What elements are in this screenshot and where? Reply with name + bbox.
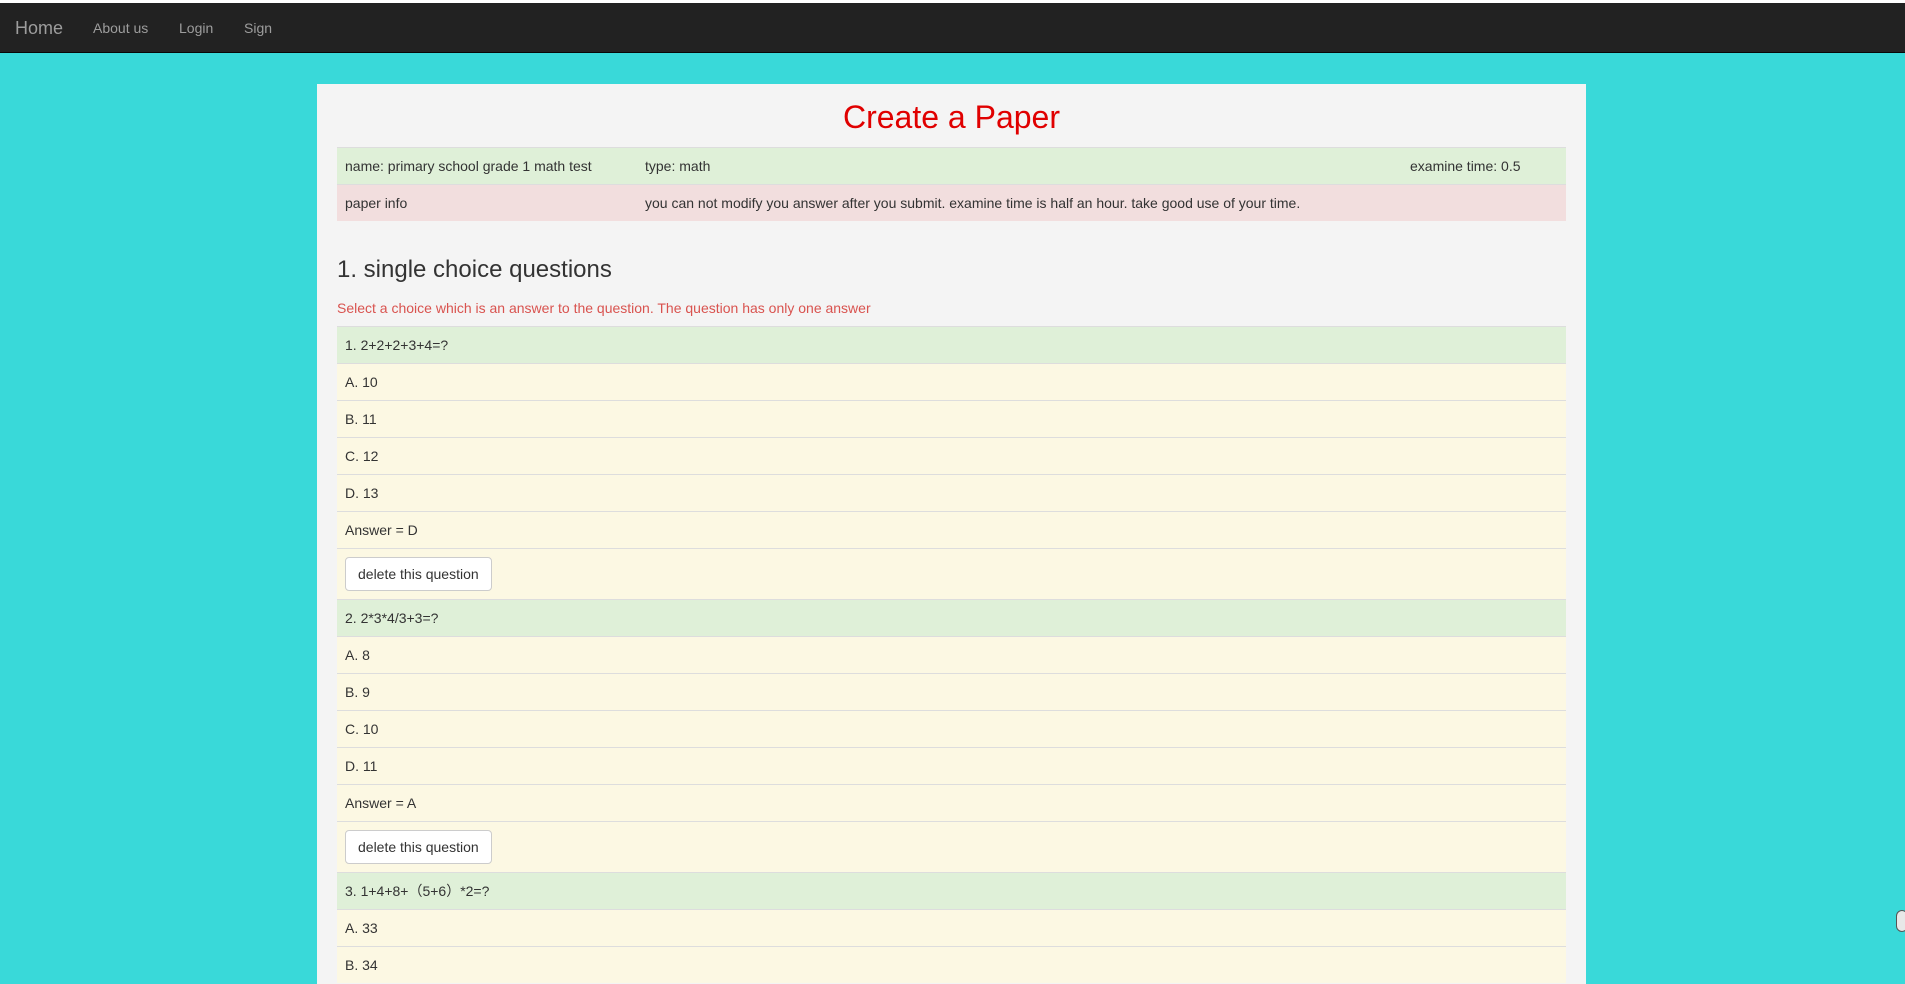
delete-row: delete this question: [337, 821, 1566, 872]
option-row: A. 8: [337, 636, 1566, 673]
nav-about-us-link[interactable]: About us: [93, 3, 148, 53]
option-row: D. 13: [337, 474, 1566, 511]
paper-examine-time: examine time: 0.5: [1410, 158, 1521, 174]
section-title: 1. single choice questions: [337, 256, 612, 283]
option-text: A. 33: [345, 920, 378, 936]
question-text: 2. 2*3*4/3+3=?: [345, 610, 439, 626]
questions-table: 1. 2+2+2+3+4=? A. 10 B. 11 C. 12 D. 13 A…: [337, 326, 1566, 983]
paper-info-label: paper info: [345, 195, 408, 211]
option-text: B. 11: [345, 411, 377, 427]
paper-info-text: you can not modify you answer after you …: [645, 195, 1301, 211]
question-row: 1. 2+2+2+3+4=?: [337, 326, 1566, 363]
option-text: A. 10: [345, 374, 378, 390]
option-row: C. 12: [337, 437, 1566, 474]
paper-type: type: math: [645, 158, 711, 174]
question-text: 1. 2+2+2+3+4=?: [345, 337, 449, 353]
nav-login-link[interactable]: Login: [179, 3, 213, 53]
paper-panel: Create a Paper name: primary school grad…: [317, 84, 1586, 984]
option-text: D. 13: [345, 485, 379, 501]
option-text: C. 10: [345, 721, 379, 737]
option-row: A. 10: [337, 363, 1566, 400]
answer-row: Answer = A: [337, 784, 1566, 821]
question-row: 3. 1+4+8+（5+6）*2=?: [337, 872, 1566, 909]
paper-name: name: primary school grade 1 math test: [345, 158, 592, 174]
option-row: D. 11: [337, 747, 1566, 784]
option-text: C. 12: [345, 448, 379, 464]
paper-info-table: name: primary school grade 1 math test t…: [337, 147, 1566, 221]
nav-sign-link[interactable]: Sign: [244, 3, 272, 53]
option-text: B. 34: [345, 957, 378, 973]
paper-info-row: paper info you can not modify you answer…: [337, 184, 1566, 221]
delete-question-button[interactable]: delete this question: [345, 830, 492, 864]
question-row: 2. 2*3*4/3+3=?: [337, 599, 1566, 636]
nav-home-link[interactable]: Home: [15, 3, 63, 53]
option-text: A. 8: [345, 647, 370, 663]
section-subtitle: Select a choice which is an answer to th…: [337, 300, 871, 316]
paper-meta-row: name: primary school grade 1 math test t…: [337, 147, 1566, 184]
option-row: B. 11: [337, 400, 1566, 437]
option-row: C. 10: [337, 710, 1566, 747]
answer-text: Answer = A: [345, 795, 417, 811]
answer-row: Answer = D: [337, 511, 1566, 548]
question-text: 3. 1+4+8+（5+6）*2=?: [345, 883, 490, 899]
page-title: Create a Paper: [842, 99, 1060, 135]
navbar: Home About us Login Sign: [0, 3, 1905, 53]
delete-question-button[interactable]: delete this question: [345, 557, 492, 591]
answer-text: Answer = D: [345, 522, 418, 538]
option-text: D. 11: [345, 758, 378, 774]
delete-row: delete this question: [337, 548, 1566, 599]
option-row: A. 33: [337, 909, 1566, 946]
option-row: B. 9: [337, 673, 1566, 710]
option-text: B. 9: [345, 684, 370, 700]
scroll-handle[interactable]: [1896, 910, 1905, 932]
